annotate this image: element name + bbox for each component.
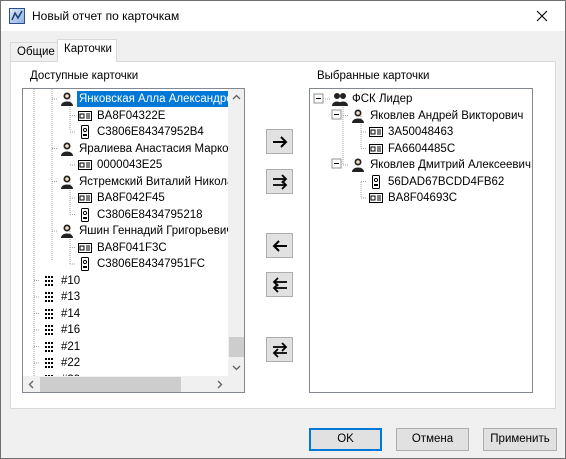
tree-item-label: C3806E8434795218	[97, 208, 203, 221]
grid-icon	[41, 339, 57, 355]
tree-item-label: 56DAD67BCDD4FB62	[388, 175, 505, 188]
horizontal-scroll-thumb[interactable]	[40, 377, 181, 392]
ok-button[interactable]: OK	[309, 428, 382, 451]
chevron-down-icon	[232, 365, 241, 371]
scroll-left-arrow[interactable]	[23, 376, 40, 392]
close-icon	[536, 10, 548, 22]
grid-icon	[41, 306, 57, 322]
tree-item-label: #10	[61, 274, 81, 287]
tree-item-label: Яралиева Анастасия Марков	[79, 142, 235, 155]
close-button[interactable]	[519, 1, 565, 31]
person-icon	[59, 141, 75, 157]
title-bar: Новый отчет по карточкам	[1, 1, 565, 31]
key-fob-icon	[77, 207, 93, 223]
grid-icon	[41, 355, 57, 371]
swap-arrows-icon	[272, 342, 288, 358]
person-icon	[59, 91, 75, 107]
tree-item-label: BA8F041F3C	[97, 241, 167, 254]
cancel-button[interactable]: Отмена	[396, 428, 469, 451]
tree-item-label: 3A50048463	[388, 126, 454, 138]
key-fob-icon	[77, 124, 93, 140]
tab-cards-label: Карточки	[64, 43, 112, 55]
card-icon	[77, 157, 93, 173]
double-arrow-right-icon	[273, 174, 288, 190]
tree-item-label: #22	[61, 357, 81, 369]
group-icon	[332, 91, 348, 107]
tree-item-label: #13	[61, 291, 81, 303]
tree-item-label: BA8F042F45	[97, 192, 165, 204]
selected-cards-label: Выбранные карточки	[317, 70, 430, 82]
tab-cards[interactable]: Карточки	[57, 39, 117, 62]
grid-icon	[41, 289, 57, 305]
available-cards-label: Доступные карточки	[30, 70, 139, 82]
key-fob-icon	[77, 256, 93, 272]
card-icon	[77, 190, 93, 206]
scroll-up-arrow[interactable]	[228, 89, 244, 106]
add-all-button[interactable]	[266, 169, 293, 194]
grid-icon	[41, 273, 57, 289]
selected-cards-tree[interactable]: ФСК Лидер Яковлев Андрей Викторович 3A5004…	[309, 88, 533, 393]
chevron-left-icon	[28, 380, 34, 389]
available-cards-tree[interactable]: Янковская Алла Александро BA8F04322E C3806…	[22, 88, 245, 393]
tree-item-label: Яковлев Дмитрий Алексеевич	[370, 159, 531, 171]
card-icon	[368, 141, 384, 157]
person-icon	[350, 157, 366, 173]
tree-item-label: C3806E84347951FC	[97, 258, 206, 270]
scroll-right-arrow[interactable]	[211, 376, 228, 392]
tab-general[interactable]: Общие	[10, 42, 58, 62]
remove-all-button[interactable]	[266, 272, 293, 297]
person-icon	[59, 174, 75, 190]
remove-selected-button[interactable]	[266, 233, 293, 258]
double-arrow-left-icon	[272, 277, 287, 293]
tree-item-label: #21	[61, 340, 81, 353]
card-icon	[77, 240, 93, 256]
chevron-right-icon	[217, 380, 223, 389]
tree-item-label: 0000043E25	[97, 159, 163, 171]
tree-item-label: C3806E84347952B4	[97, 126, 204, 138]
tree-item-label: Ястремский Виталий Никола	[79, 175, 234, 188]
arrow-right-icon	[273, 136, 288, 148]
horizontal-scrollbar[interactable]	[23, 376, 228, 392]
tab-general-label: Общие	[17, 46, 55, 58]
tree-item-label: ФСК Лидер	[352, 93, 413, 105]
key-fob-icon	[368, 174, 384, 190]
tree-item-label: BA8F04322E	[97, 109, 166, 122]
add-selected-button[interactable]	[266, 129, 293, 154]
apply-button[interactable]: Применить	[483, 428, 557, 451]
scroll-down-arrow[interactable]	[228, 359, 244, 376]
tree-item-label: #14	[61, 307, 81, 320]
vertical-scroll-thumb[interactable]	[229, 337, 244, 357]
scroll-corner	[228, 376, 244, 392]
app-report-icon	[9, 8, 25, 24]
card-icon	[368, 124, 384, 140]
tree-item-label: BA8F04693C	[388, 192, 458, 204]
grid-icon	[41, 322, 57, 338]
person-icon	[350, 108, 366, 124]
tree-item-label: Яковлев Андрей Викторович	[370, 109, 524, 122]
tree-item-label: FA6604485C	[388, 142, 456, 155]
person-icon	[59, 223, 75, 239]
tree-item-label: #16	[61, 324, 81, 336]
window-title: Новый отчет по карточкам	[32, 9, 180, 23]
swap-button[interactable]	[266, 337, 293, 362]
chevron-up-icon	[232, 94, 241, 100]
vertical-scrollbar[interactable]	[228, 89, 244, 376]
card-icon	[368, 190, 384, 206]
tree-item-label: Яшин Геннадий Григорьевич	[79, 225, 233, 237]
card-icon	[77, 108, 93, 124]
tree-item-label: Янковская Алла Александро	[77, 91, 235, 107]
arrow-left-icon	[272, 240, 287, 252]
